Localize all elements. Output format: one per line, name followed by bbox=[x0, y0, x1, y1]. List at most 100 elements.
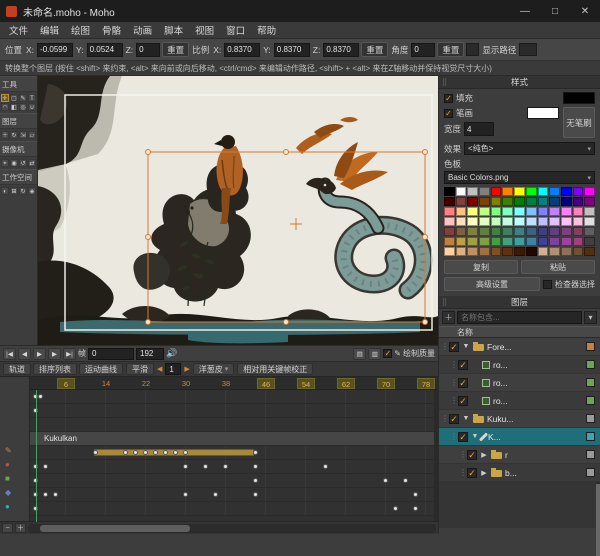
palette-swatch[interactable] bbox=[502, 197, 513, 206]
palette-swatch[interactable] bbox=[502, 187, 513, 196]
layer-color-chip[interactable] bbox=[586, 468, 595, 477]
layer-color-chip[interactable] bbox=[586, 432, 595, 441]
close-button[interactable]: ✕ bbox=[570, 0, 600, 22]
layer-row[interactable]: ⋮✓▼Fore... bbox=[439, 338, 600, 356]
drag-handle-icon[interactable]: ⋮ bbox=[459, 468, 464, 477]
palette-swatch[interactable] bbox=[479, 237, 490, 246]
visibility-checkbox[interactable]: ✓ bbox=[458, 360, 468, 370]
palette-swatch[interactable] bbox=[502, 207, 513, 216]
palette-swatch[interactable] bbox=[502, 217, 513, 226]
keyframe[interactable] bbox=[133, 450, 138, 455]
jump-start-button[interactable]: |◀ bbox=[3, 348, 16, 360]
palette-swatch[interactable] bbox=[491, 217, 502, 226]
drag-handle-icon[interactable]: ⋮ bbox=[459, 450, 464, 459]
timeline-channel-row[interactable] bbox=[30, 460, 438, 474]
mute-audio-icon[interactable]: 🔊 bbox=[166, 348, 177, 359]
canvas[interactable] bbox=[38, 76, 438, 345]
palette-swatch[interactable] bbox=[456, 247, 467, 256]
palette-swatch[interactable] bbox=[456, 207, 467, 216]
palette-swatch[interactable] bbox=[538, 187, 549, 196]
onion-decrement-icon[interactable]: ◀ bbox=[157, 365, 162, 373]
palette-swatch[interactable] bbox=[526, 197, 537, 206]
palette-swatch[interactable] bbox=[467, 247, 478, 256]
palette-swatch[interactable] bbox=[502, 247, 513, 256]
palette-swatch[interactable] bbox=[456, 237, 467, 246]
palette-swatch[interactable] bbox=[491, 247, 502, 256]
keyframe[interactable] bbox=[183, 492, 188, 497]
keyframe[interactable] bbox=[183, 464, 188, 469]
swatches-dropdown[interactable]: Basic Colors.png ▾ bbox=[444, 171, 595, 184]
palette-swatch[interactable] bbox=[549, 197, 560, 206]
stroke-width-field[interactable] bbox=[464, 122, 494, 136]
palette-swatch[interactable] bbox=[456, 197, 467, 206]
palette-swatch[interactable] bbox=[467, 227, 478, 236]
position-y-field[interactable] bbox=[87, 43, 123, 57]
keyframe[interactable] bbox=[53, 492, 58, 497]
visibility-checkbox[interactable]: ✓ bbox=[467, 468, 477, 478]
angle-field[interactable] bbox=[411, 43, 435, 57]
layer-row[interactable]: ⋮✓ro... bbox=[439, 374, 600, 392]
palette-swatch[interactable] bbox=[561, 187, 572, 196]
keyframe[interactable] bbox=[253, 450, 258, 455]
palette-swatch[interactable] bbox=[467, 207, 478, 216]
menu-item[interactable]: 脚本 bbox=[158, 22, 189, 38]
palette-swatch[interactable] bbox=[526, 227, 537, 236]
timeline-tab[interactable]: 轨道 bbox=[3, 363, 31, 375]
canvas-artwork[interactable] bbox=[38, 76, 438, 345]
palette-swatch[interactable] bbox=[514, 197, 525, 206]
layer-translate-tool[interactable]: ＋ bbox=[1, 131, 9, 139]
palette-swatch[interactable] bbox=[573, 207, 584, 216]
palette-swatch[interactable] bbox=[584, 247, 595, 256]
palette-swatch[interactable] bbox=[561, 197, 572, 206]
bone-channel-icon[interactable]: ● bbox=[5, 502, 10, 512]
timeline-channel-row[interactable] bbox=[30, 488, 438, 502]
palette-swatch[interactable] bbox=[561, 227, 572, 236]
pencil-channel-icon[interactable]: ✎ bbox=[5, 446, 12, 456]
timeline-tab[interactable]: 排序列表 bbox=[33, 363, 77, 375]
palette-swatch[interactable] bbox=[549, 247, 560, 256]
expand-toggle-icon[interactable]: ▼ bbox=[471, 433, 479, 440]
timeline-channel-row[interactable] bbox=[30, 502, 438, 516]
visibility-checkbox[interactable]: ✓ bbox=[458, 378, 468, 388]
layers-panel-header[interactable]: ⣿ 图层 bbox=[439, 296, 600, 309]
maximize-button[interactable]: □ bbox=[540, 0, 570, 22]
palette-swatch[interactable] bbox=[549, 187, 560, 196]
filter-options-button[interactable]: ▾ bbox=[584, 311, 597, 324]
keyframe[interactable] bbox=[393, 506, 398, 511]
visibility-checkbox[interactable]: ✓ bbox=[449, 342, 459, 352]
palette-swatch[interactable] bbox=[549, 217, 560, 226]
layer-color-chip[interactable] bbox=[586, 342, 595, 351]
jump-end-button[interactable]: ▶| bbox=[63, 348, 76, 360]
reset-angle-button[interactable]: 重置 bbox=[437, 42, 464, 57]
timeline-ruler[interactable]: 6142230384654627078 bbox=[30, 377, 438, 390]
fill-checkbox[interactable]: ✓ bbox=[444, 94, 453, 103]
palette-swatch[interactable] bbox=[479, 247, 490, 256]
layer-color-chip[interactable] bbox=[586, 414, 595, 423]
camera-pan-tool[interactable]: ⇄ bbox=[28, 159, 36, 167]
timeline-channel-row[interactable] bbox=[30, 418, 438, 432]
palette-swatch[interactable] bbox=[456, 217, 467, 226]
palette-swatch[interactable] bbox=[561, 217, 572, 226]
palette-swatch[interactable] bbox=[479, 187, 490, 196]
onion-increment-icon[interactable]: ▶ bbox=[184, 365, 189, 373]
palette-swatch[interactable] bbox=[514, 217, 525, 226]
keyframe[interactable] bbox=[163, 450, 168, 455]
layer-color-chip[interactable] bbox=[586, 396, 595, 405]
timeline-channel-row[interactable] bbox=[30, 446, 438, 460]
palette-swatch[interactable] bbox=[491, 237, 502, 246]
palette-swatch[interactable] bbox=[502, 237, 513, 246]
copy-style-button[interactable]: 复制 bbox=[444, 260, 518, 274]
palette-swatch[interactable] bbox=[573, 247, 584, 256]
workspace-orbit-tool[interactable]: ◈ bbox=[28, 187, 36, 195]
keyframe[interactable] bbox=[253, 464, 258, 469]
keyframe[interactable] bbox=[403, 478, 408, 483]
timeline-vertical-scrollbar[interactable] bbox=[434, 390, 438, 522]
keyframe[interactable] bbox=[38, 394, 43, 399]
palette-swatch[interactable] bbox=[549, 207, 560, 216]
layer-color-chip[interactable] bbox=[586, 378, 595, 387]
expand-toggle-icon[interactable]: ▼ bbox=[462, 343, 470, 350]
menu-item[interactable]: 骨骼 bbox=[96, 22, 127, 38]
layer-row[interactable]: ⋮✓▶b... bbox=[439, 464, 600, 482]
onion-frames-field[interactable] bbox=[165, 363, 181, 375]
keyframe[interactable] bbox=[203, 464, 208, 469]
